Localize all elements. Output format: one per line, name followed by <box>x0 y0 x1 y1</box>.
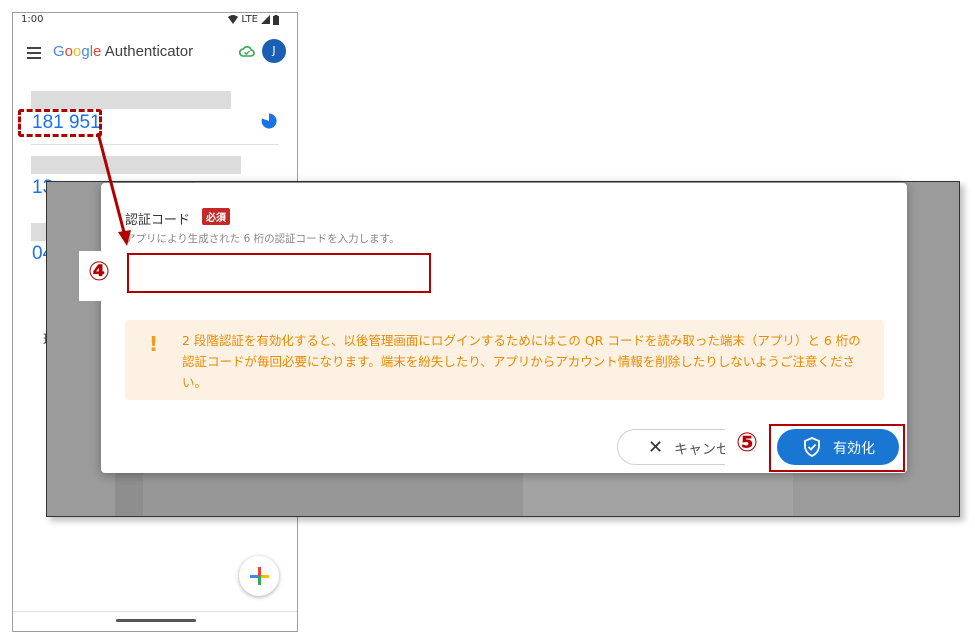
enable-label: 有効化 <box>833 441 875 457</box>
plus-icon <box>250 567 269 585</box>
account-name-redacted <box>31 156 241 174</box>
app-title: Google Authenticator <box>53 43 193 60</box>
divider <box>31 144 279 145</box>
field-hint: アプリにより生成された 6 桁の認証コードを入力します。 <box>125 233 400 245</box>
app-title-letter: o <box>64 43 74 60</box>
cancel-label: キャンセル <box>674 442 725 458</box>
warning-box: ! 2 段階認証を有効化すると、以後管理画面にログインするためにはこの QR コ… <box>125 320 884 400</box>
close-icon: ✕ <box>648 437 664 458</box>
required-badge: 必須 <box>202 208 230 225</box>
status-time: 1:00 <box>21 14 44 25</box>
app-title-suffix: Authenticator <box>101 43 194 60</box>
step-number-5: ⑤ <box>736 428 759 458</box>
field-label: 認証コード <box>125 213 191 228</box>
battery-icon <box>273 14 279 25</box>
cloud-sync-icon[interactable] <box>239 45 255 57</box>
app-title-letter: g <box>81 43 90 60</box>
status-icons: LTE <box>228 14 279 25</box>
highlight-box-code <box>18 109 102 137</box>
warning-text: 2 段階認証を有効化すると、以後管理画面にログインするためにはこの QR コード… <box>182 333 861 390</box>
auth-code-input[interactable] <box>127 253 431 293</box>
timer-pie-icon <box>261 113 277 129</box>
warning-icon: ! <box>149 332 159 356</box>
account-name-redacted <box>31 91 231 109</box>
divider <box>13 611 297 612</box>
signal-icon <box>261 15 270 24</box>
avatar[interactable]: J <box>262 39 286 63</box>
gesture-nav-bar[interactable] <box>116 619 196 622</box>
cancel-button[interactable]: ✕ キャンセル <box>617 429 725 465</box>
step-number-4: ④ <box>88 257 111 287</box>
status-bar: 1:00 LTE <box>13 13 297 33</box>
shield-check-icon <box>804 437 820 457</box>
menu-icon[interactable] <box>27 47 41 59</box>
app-title-letter: G <box>53 43 65 60</box>
app-bar: Google Authenticator J <box>13 39 297 73</box>
enable-button[interactable]: 有効化 <box>777 429 899 465</box>
wifi-icon <box>228 15 239 24</box>
network-label: LTE <box>241 14 258 25</box>
add-account-button[interactable] <box>239 556 279 596</box>
